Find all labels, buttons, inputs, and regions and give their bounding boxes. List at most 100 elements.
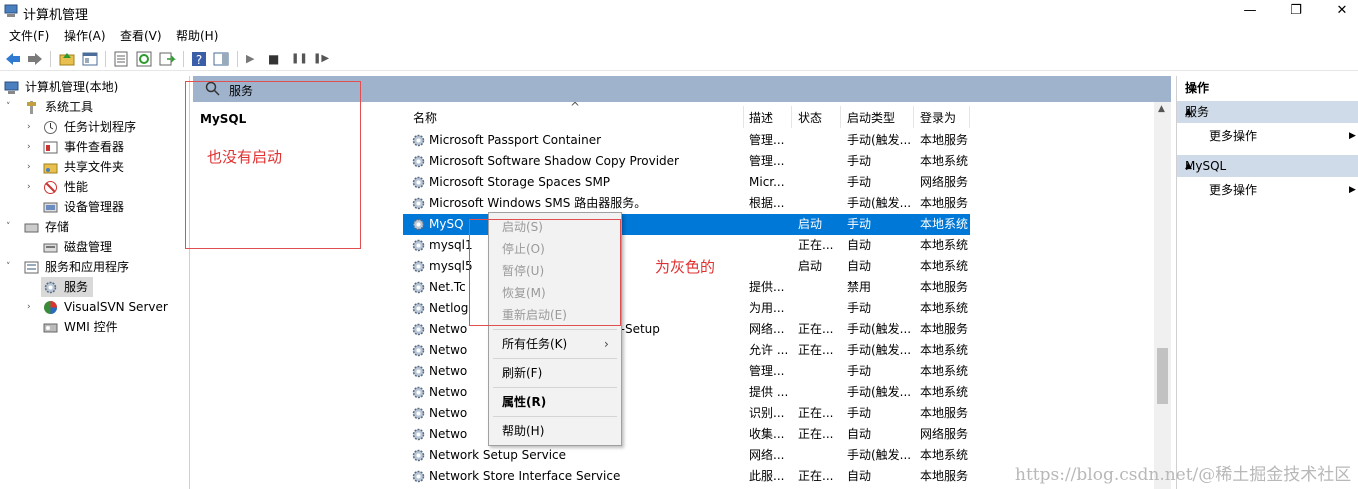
more-actions-services[interactable]: 更多操作 <box>1209 125 1257 147</box>
service-logon: 网络服务 <box>920 427 969 441</box>
computer-icon <box>4 81 19 94</box>
performance-icon <box>44 181 57 194</box>
collapse-icon[interactable]: ▲ <box>1185 155 1355 177</box>
service-startup: 自动 <box>847 427 872 441</box>
service-startup: 手动(触发... <box>847 322 912 336</box>
scroll-up-icon[interactable]: ▲ <box>1158 104 1165 114</box>
services-pane: 服务 MySQL 也没有启动 名称 ^ 描述 状态 启动类型 登录为 Micro… <box>185 76 1183 489</box>
more-actions-arrow-icon[interactable]: ▶ <box>1349 125 1356 147</box>
help-icon[interactable]: ? <box>190 50 208 68</box>
annotation-grayed-out: 为灰色的 <box>655 258 716 276</box>
service-logon: 本地服务 <box>920 469 969 483</box>
gear-icon <box>412 407 425 420</box>
service-startup: 手动 <box>847 406 872 420</box>
maximize-button[interactable]: ❐ <box>1286 2 1306 20</box>
show-hide-tree-icon[interactable] <box>81 50 99 68</box>
service-startup: 手动 <box>847 364 872 378</box>
service-status: 启动 <box>798 259 823 273</box>
annotation-box-menu <box>469 219 621 326</box>
service-name: Network Store Interface Service <box>429 469 621 483</box>
export-icon[interactable] <box>158 50 176 68</box>
service-name: Network Setup Service <box>429 448 567 462</box>
service-name: Netwo <box>429 364 468 378</box>
more-actions-mysql[interactable]: 更多操作 <box>1209 179 1257 201</box>
tools-icon <box>27 101 36 114</box>
service-status: 正在... <box>798 427 834 441</box>
column-logon[interactable]: 登录为 <box>920 109 956 126</box>
services-apps-icon <box>24 261 39 274</box>
more-actions-arrow-icon[interactable]: ▶ <box>1349 179 1356 201</box>
service-name: mysql1 <box>429 238 473 252</box>
minimize-button[interactable]: — <box>1240 2 1260 20</box>
properties-icon[interactable] <box>112 50 130 68</box>
visualsvn-icon <box>44 301 57 314</box>
service-row[interactable]: Microsoft Windows SMS 路由器服务。 根据... 手动(触发..… <box>403 193 970 214</box>
clock-icon <box>44 121 57 134</box>
gear-icon <box>412 281 425 294</box>
menu-help[interactable]: 帮助(H) <box>176 27 218 44</box>
service-status: 正在... <box>798 322 834 336</box>
service-startup: 手动(触发... <box>847 196 912 210</box>
menu-properties[interactable]: 属性(R) <box>489 391 621 413</box>
gear-icon <box>412 428 425 441</box>
service-logon: 网络服务 <box>920 175 969 189</box>
service-name: Net.Tc <box>429 280 466 294</box>
service-logon: 本地系统 <box>920 259 969 273</box>
service-desc: 为用... <box>749 301 785 315</box>
service-desc: 根据... <box>749 196 785 210</box>
service-name: Microsoft Passport Container <box>429 133 602 147</box>
back-icon[interactable] <box>4 50 22 68</box>
column-status[interactable]: 状态 <box>798 109 822 126</box>
service-name: Netwo <box>429 322 468 336</box>
actions-section-mysql[interactable]: MySQL ▲ <box>1177 155 1358 177</box>
close-button[interactable]: ✕ <box>1332 2 1352 20</box>
menu-all-tasks[interactable]: 所有任务(K) › <box>489 333 621 355</box>
service-startup: 手动 <box>847 175 872 189</box>
up-folder-icon[interactable] <box>58 50 76 68</box>
service-desc: 管理... <box>749 154 785 168</box>
gear-icon <box>412 218 425 231</box>
collapse-icon[interactable]: ▲ <box>1185 101 1355 123</box>
stop-icon[interactable]: ■ <box>268 50 286 68</box>
service-row[interactable]: Network Setup Service 网络... 手动(触发... 本地系统 <box>403 445 970 466</box>
actions-section-services[interactable]: 服务 ▲ <box>1177 101 1358 123</box>
menu-help-item[interactable]: 帮助(H) <box>489 420 621 442</box>
service-logon: 本地系统 <box>920 343 969 357</box>
menu-action[interactable]: 操作(A) <box>64 27 106 44</box>
column-startup[interactable]: 启动类型 <box>847 109 895 126</box>
service-name: Netwo <box>429 406 468 420</box>
sort-indicator: ^ <box>570 100 581 114</box>
service-row[interactable]: Network Store Interface Service 此服... 正在..… <box>403 466 970 487</box>
tree-services[interactable]: 服务 <box>41 277 93 297</box>
menu-refresh[interactable]: 刷新(F) <box>489 362 621 384</box>
service-name: Netwo <box>429 427 468 441</box>
column-name[interactable]: 名称 <box>413 109 437 126</box>
window-title: 计算机管理 <box>23 8 89 23</box>
gear-icon <box>412 302 425 315</box>
vertical-scrollbar[interactable]: ▲ <box>1154 102 1171 489</box>
service-logon: 本地系统 <box>920 154 969 168</box>
menu-file[interactable]: 文件(F) <box>9 27 49 44</box>
service-row[interactable]: Microsoft Storage Spaces SMP Micr... 手动 网络服… <box>403 172 970 193</box>
service-logon: 本地服务 <box>920 406 969 420</box>
actions-pane: 操作 服务 ▲ 更多操作 ▶ MySQL ▲ 更多操作 ▶ <box>1176 76 1358 489</box>
service-row[interactable]: Microsoft Software Shadow Copy Provider 管… <box>403 151 970 172</box>
refresh-icon[interactable] <box>135 50 153 68</box>
menu-view[interactable]: 查看(V) <box>120 27 162 44</box>
service-row[interactable]: Microsoft Passport Container 管理... 手动(触发..… <box>403 130 970 151</box>
shared-folder-icon <box>43 163 58 174</box>
navigation-tree: 计算机管理(本地) ˅ 系统工具 › 任务计划程序 › 事件查看器 › 共享文件… <box>0 76 190 489</box>
actions-title: 操作 <box>1177 77 1358 99</box>
service-startup: 手动(触发... <box>847 385 912 399</box>
storage-icon <box>24 223 39 233</box>
device-manager-icon <box>43 202 58 213</box>
view-icon[interactable] <box>212 50 230 68</box>
play-icon[interactable]: ▶ <box>246 50 264 68</box>
scroll-thumb[interactable] <box>1157 348 1168 404</box>
restart-icon[interactable]: ❚▶ <box>313 50 331 68</box>
pause-icon[interactable]: ❚❚ <box>291 50 309 68</box>
forward-icon[interactable] <box>26 50 44 68</box>
service-desc: 收集... <box>749 427 785 441</box>
gear-icon <box>412 134 425 147</box>
column-desc[interactable]: 描述 <box>749 109 773 126</box>
